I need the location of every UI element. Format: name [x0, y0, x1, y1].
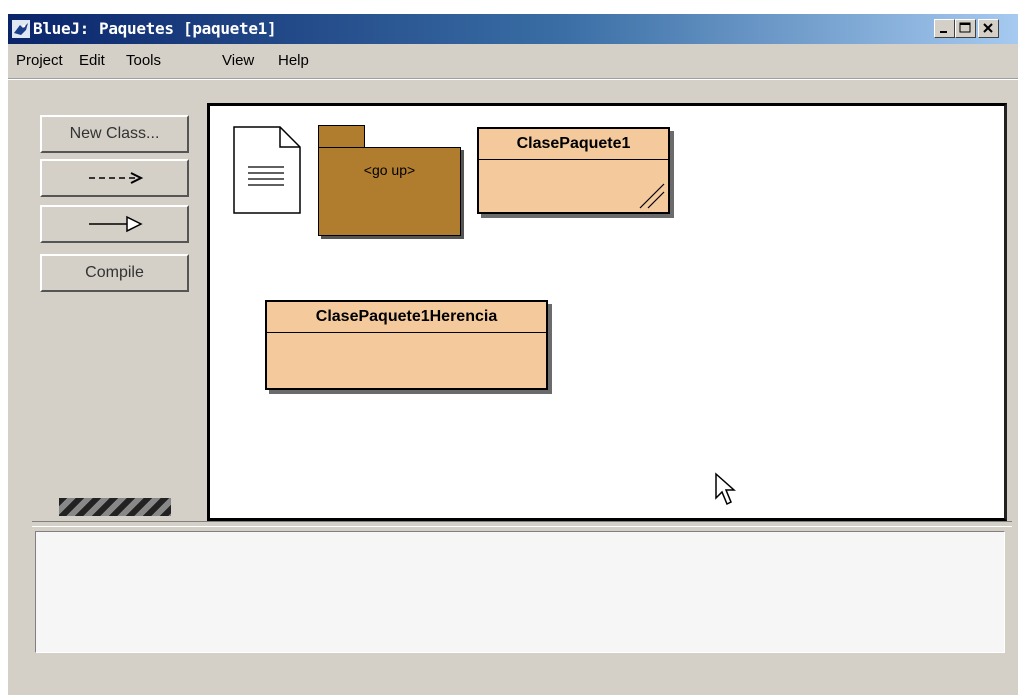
class-name: ClasePaquete1 — [479, 129, 668, 160]
message-area — [35, 531, 1005, 653]
minimize-icon — [940, 31, 947, 33]
package-go-up-label: <go up> — [363, 162, 416, 178]
bluej-bird-icon — [12, 20, 30, 38]
title-bar[interactable]: BlueJ: Paquetes [paquete1] — [8, 14, 1018, 44]
resize-handle-icon[interactable] — [638, 182, 666, 210]
package-tab — [318, 125, 365, 148]
compile-button[interactable]: Compile — [40, 254, 189, 292]
readme-document-icon[interactable] — [232, 125, 304, 217]
pane-splitter[interactable] — [32, 521, 1012, 527]
maximize-button[interactable] — [955, 19, 976, 38]
menu-tools[interactable]: Tools — [126, 52, 161, 69]
menu-edit[interactable]: Edit — [79, 52, 105, 69]
inheritance-arrow-button[interactable] — [40, 205, 189, 243]
project-title: Paquetes [paquete1] — [99, 19, 277, 38]
menu-separator — [8, 78, 1018, 80]
minimize-button[interactable] — [934, 19, 955, 38]
class-name: ClasePaquete1Herencia — [267, 302, 546, 333]
close-button[interactable] — [978, 19, 999, 38]
class-box-clasepaquete1[interactable]: ClasePaquete1 — [477, 127, 670, 214]
mouse-cursor-icon — [715, 472, 736, 506]
dependency-arrow-button[interactable] — [40, 159, 189, 197]
menu-project[interactable]: Project — [16, 52, 63, 69]
new-class-button[interactable]: New Class... — [40, 115, 189, 153]
maximize-icon — [959, 22, 971, 33]
class-box-clasepaquete1herencia[interactable]: ClasePaquete1Herencia — [265, 300, 548, 390]
window-title: BlueJ: Paquetes [paquete1] — [33, 19, 277, 38]
bluej-window: BlueJ: Paquetes [paquete1] Project Edit T… — [8, 14, 1018, 695]
inheritance-arrow-icon — [88, 215, 143, 233]
menu-help[interactable]: Help — [278, 52, 309, 69]
app-name: BlueJ: — [33, 19, 89, 38]
package-body: <go up> — [318, 147, 461, 236]
menu-view[interactable]: View — [222, 52, 254, 69]
menu-bar: Project Edit Tools View Help — [8, 46, 1018, 72]
close-icon — [983, 23, 993, 33]
progress-machine — [59, 498, 171, 516]
dependency-arrow-icon — [88, 172, 143, 184]
